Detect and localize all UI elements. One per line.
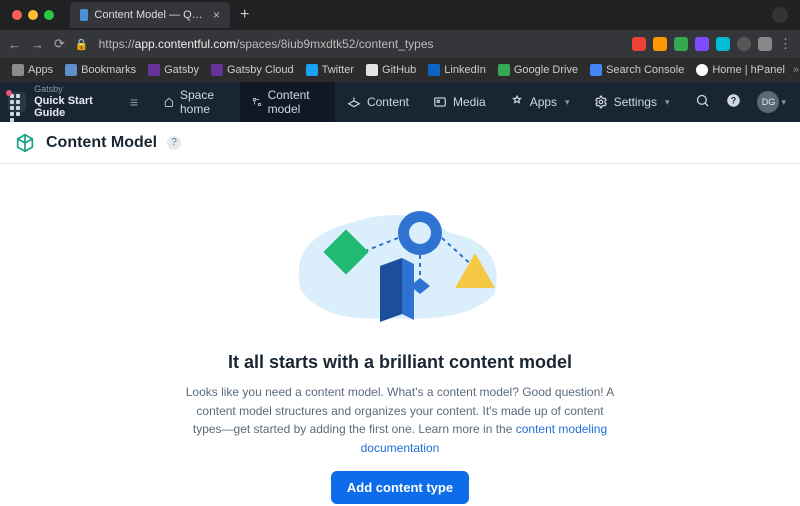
bookmark-item[interactable]: Search Console [586, 64, 688, 76]
space-selector[interactable]: Gatsby Quick Start Guide [34, 85, 116, 119]
empty-state-heading: It all starts with a brilliant content m… [228, 352, 572, 373]
bookmark-item[interactable]: GitHub [362, 64, 420, 76]
empty-state-illustration [270, 188, 530, 338]
hamburger-icon[interactable]: ≡ [124, 94, 144, 110]
profile-avatar-icon[interactable] [772, 7, 788, 23]
gear-icon [594, 95, 608, 109]
favicon-icon [80, 9, 88, 21]
forward-button[interactable]: → [31, 37, 44, 52]
empty-state-body: Looks like you need a content model. Wha… [185, 383, 615, 457]
extension-icon[interactable] [674, 37, 688, 51]
maximize-window-icon[interactable] [44, 10, 54, 20]
home-icon [164, 95, 174, 109]
url-bar: ← → ⟳ 🔒 https://app.contentful.com/space… [0, 30, 800, 58]
app-switcher-icon[interactable] [8, 92, 26, 112]
content-model-page-icon [14, 132, 36, 154]
extension-icon[interactable] [632, 37, 646, 51]
add-content-type-button[interactable]: Add content type [331, 471, 469, 504]
bookmark-item[interactable]: Twitter [302, 64, 358, 76]
window-controls [6, 10, 62, 20]
app-top-nav: Gatsby Quick Start Guide ≡ Space home Co… [0, 82, 800, 122]
tab-title: Content Model — Quick Start G [94, 9, 203, 21]
bookmark-item[interactable]: Gatsby Cloud [207, 64, 298, 76]
user-menu[interactable]: DG ▾ [757, 91, 786, 113]
browser-menu-icon[interactable]: ⋮ [779, 36, 792, 52]
bookmark-item[interactable]: Google Drive [494, 64, 582, 76]
new-tab-button[interactable]: + [230, 6, 259, 24]
extension-icon[interactable] [737, 37, 751, 51]
close-window-icon[interactable] [12, 10, 22, 20]
search-icon[interactable] [695, 93, 710, 111]
nav-space-home[interactable]: Space home [152, 82, 240, 122]
media-icon [433, 95, 447, 109]
minimize-window-icon[interactable] [28, 10, 38, 20]
bookmarks-bar: Apps Bookmarks Gatsby Gatsby Cloud Twitt… [0, 58, 800, 82]
empty-state: It all starts with a brilliant content m… [0, 164, 800, 504]
close-tab-icon[interactable]: × [213, 8, 220, 22]
content-icon [347, 95, 361, 109]
browser-tab[interactable]: Content Model — Quick Start G × [70, 2, 230, 28]
back-button[interactable]: ← [8, 37, 21, 52]
browser-tab-bar: Content Model — Quick Start G × + [0, 0, 800, 30]
apps-icon [510, 95, 524, 109]
content-model-icon [252, 95, 262, 109]
bookmark-item[interactable]: Apps [8, 64, 57, 76]
extension-icons: ⋮ [632, 36, 792, 52]
bookmark-item[interactable]: Bookmarks [61, 64, 140, 76]
nav-content[interactable]: Content [335, 82, 421, 122]
help-icon[interactable]: ? [726, 93, 741, 111]
extension-icon[interactable] [653, 37, 667, 51]
user-avatar: DG [757, 91, 779, 113]
extensions-menu-icon[interactable] [758, 37, 772, 51]
page-header: Content Model ? [0, 122, 800, 164]
extension-icon[interactable] [716, 37, 730, 51]
lock-icon: 🔒 [75, 38, 89, 51]
nav-apps[interactable]: Apps▾ [498, 82, 582, 122]
bookmark-item[interactable]: Home | hPanel [692, 64, 789, 76]
page-title: Content Model [46, 134, 157, 152]
bookmark-item[interactable]: Gatsby [144, 64, 203, 76]
reload-button[interactable]: ⟳ [54, 36, 65, 52]
bookmark-item[interactable]: LinkedIn [424, 64, 490, 76]
extension-icon[interactable] [695, 37, 709, 51]
nav-content-model[interactable]: Content model [240, 82, 335, 122]
svg-text:?: ? [731, 96, 736, 106]
nav-media[interactable]: Media [421, 82, 498, 122]
nav-settings[interactable]: Settings▾ [582, 82, 682, 122]
page-help-icon[interactable]: ? [167, 136, 181, 150]
url-text[interactable]: https://app.contentful.com/spaces/8iub9m… [99, 37, 622, 51]
